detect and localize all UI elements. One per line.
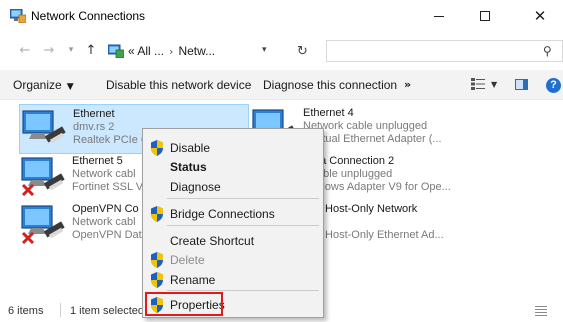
address-row: ← → ▾ ↑ « All ... › Netw... ▾ ↻ ⚲	[0, 36, 563, 64]
connection-adapter: Fortinet SSL V	[72, 181, 144, 193]
maximize-icon	[480, 11, 490, 21]
properties-highlight-box	[145, 292, 223, 316]
minimize-button[interactable]	[416, 0, 462, 32]
organize-label: Organize	[13, 78, 62, 92]
menu-item-label: Diagnose	[170, 180, 221, 194]
minimize-icon	[434, 15, 444, 17]
connection-name: Ethernet	[73, 108, 115, 120]
network-item-text: Ethernet dmv.rs 2 Realtek PCIe C	[73, 108, 145, 147]
recent-locations-button[interactable]: ▾	[62, 40, 80, 60]
chevron-down-icon: ▼	[66, 82, 74, 92]
menu-item-bridge-connections[interactable]: Bridge Connections	[145, 203, 321, 225]
close-icon: ✕	[533, 6, 547, 25]
breadcrumb-network[interactable]: Netw...	[178, 44, 215, 58]
breadcrumb-separator: ›	[169, 44, 174, 58]
connection-name: Area Connection 2	[303, 155, 395, 167]
address-dropdown-icon[interactable]: ▾	[262, 45, 267, 55]
network-connections-icon	[10, 9, 26, 23]
connection-name: Ethernet 5	[72, 155, 123, 167]
search-icon: ⚲	[543, 44, 552, 58]
network-item-text: Ethernet 4 Network cable unplugged t Virtu…	[303, 107, 483, 146]
maximize-button[interactable]	[462, 0, 508, 32]
uac-shield-icon	[151, 206, 163, 222]
uac-shield-icon	[151, 140, 163, 156]
connection-status: Network cabl	[72, 216, 136, 228]
control-panel-icon	[108, 44, 124, 58]
connection-status: dmv.rs 2	[73, 121, 115, 133]
change-view-icon[interactable]	[471, 78, 485, 90]
breadcrumb-all[interactable]: « All ...	[128, 44, 164, 58]
menu-item-diagnose[interactable]: Diagnose	[145, 176, 321, 198]
context-menu: Disable Status Diagnose Bridge Connections C…	[142, 128, 324, 318]
menu-item-label: Disable	[170, 141, 211, 155]
connection-adapter: t Virtual Ethernet Adapter (...	[303, 133, 442, 145]
disable-device-button[interactable]: Disable this network device	[106, 78, 251, 92]
command-bar: Organize ▼ Disable this network device Di…	[0, 70, 563, 100]
connection-status: Network cable unplugged	[303, 120, 428, 132]
help-icon[interactable]: ?	[546, 78, 561, 93]
menu-separator	[167, 198, 319, 199]
network-item-text: OpenVPN Co Network cabl OpenVPN Dat	[72, 203, 144, 242]
menu-item-rename[interactable]: Rename	[145, 269, 321, 291]
title-bar: Network Connections ✕	[0, 0, 563, 32]
network-item-text: Ethernet 5 Network cabl Fortinet SSL V	[72, 155, 144, 194]
organize-button[interactable]: Organize ▼	[13, 78, 74, 92]
item-count: 6 items	[8, 305, 44, 317]
network-item-text: Box Host-Only NetworkedBox Host-Only Eth…	[303, 203, 483, 242]
error-x-icon	[21, 183, 35, 196]
up-button[interactable]: ↑	[82, 40, 100, 60]
menu-item-label: Bridge Connections	[170, 207, 275, 221]
connection-adapter: Box Host-Only Ethernet Ad...	[303, 229, 444, 241]
menu-item-delete: Delete	[145, 249, 321, 271]
connection-adapter: OpenVPN Dat	[72, 229, 142, 241]
connection-status: k cable unplugged	[303, 168, 393, 180]
more-commands-button[interactable]: »	[404, 78, 411, 91]
uac-shield-icon	[151, 272, 163, 288]
network-adapter-icon	[21, 157, 65, 196]
refresh-icon[interactable]: ↻	[297, 44, 308, 59]
view-options-dropdown-icon[interactable]: ▼	[491, 80, 497, 89]
connection-name: Ethernet 4	[303, 107, 354, 119]
menu-item-label: Delete	[170, 253, 205, 267]
close-button[interactable]: ✕	[517, 0, 563, 32]
connection-status: Network cabl	[72, 168, 136, 180]
menu-separator	[167, 225, 319, 226]
uac-shield-icon	[151, 252, 163, 268]
forward-button[interactable]: →	[40, 40, 58, 60]
back-button[interactable]: ←	[16, 40, 34, 60]
network-adapter-icon	[22, 110, 66, 144]
network-item-text: Area Connection 2k cable unplugged Vindow…	[303, 155, 483, 194]
menu-item-status[interactable]: Status	[145, 156, 321, 178]
status-divider	[60, 303, 61, 317]
connection-adapter: Realtek PCIe C	[73, 134, 145, 146]
preview-pane-icon[interactable]	[515, 79, 528, 90]
connection-name: Box Host-Only Network	[303, 203, 418, 215]
menu-item-label: Status	[170, 160, 207, 174]
connection-name: OpenVPN Co	[72, 203, 139, 215]
menu-item-label: Rename	[170, 273, 216, 287]
diagnose-connection-button[interactable]: Diagnose this connection	[263, 78, 397, 92]
selection-status: 1 item selected	[70, 305, 144, 317]
menu-item-label: Create Shortcut	[170, 234, 255, 248]
connection-adapter: Vindows Adapter V9 for Ope...	[303, 181, 451, 193]
search-input[interactable]: ⚲	[326, 40, 563, 62]
window-title: Network Connections	[31, 9, 146, 23]
menu-separator	[167, 290, 319, 291]
connection-status: ed	[303, 216, 483, 229]
error-x-icon	[21, 231, 35, 244]
details-view-icon[interactable]	[535, 306, 547, 316]
network-adapter-icon	[21, 205, 65, 244]
